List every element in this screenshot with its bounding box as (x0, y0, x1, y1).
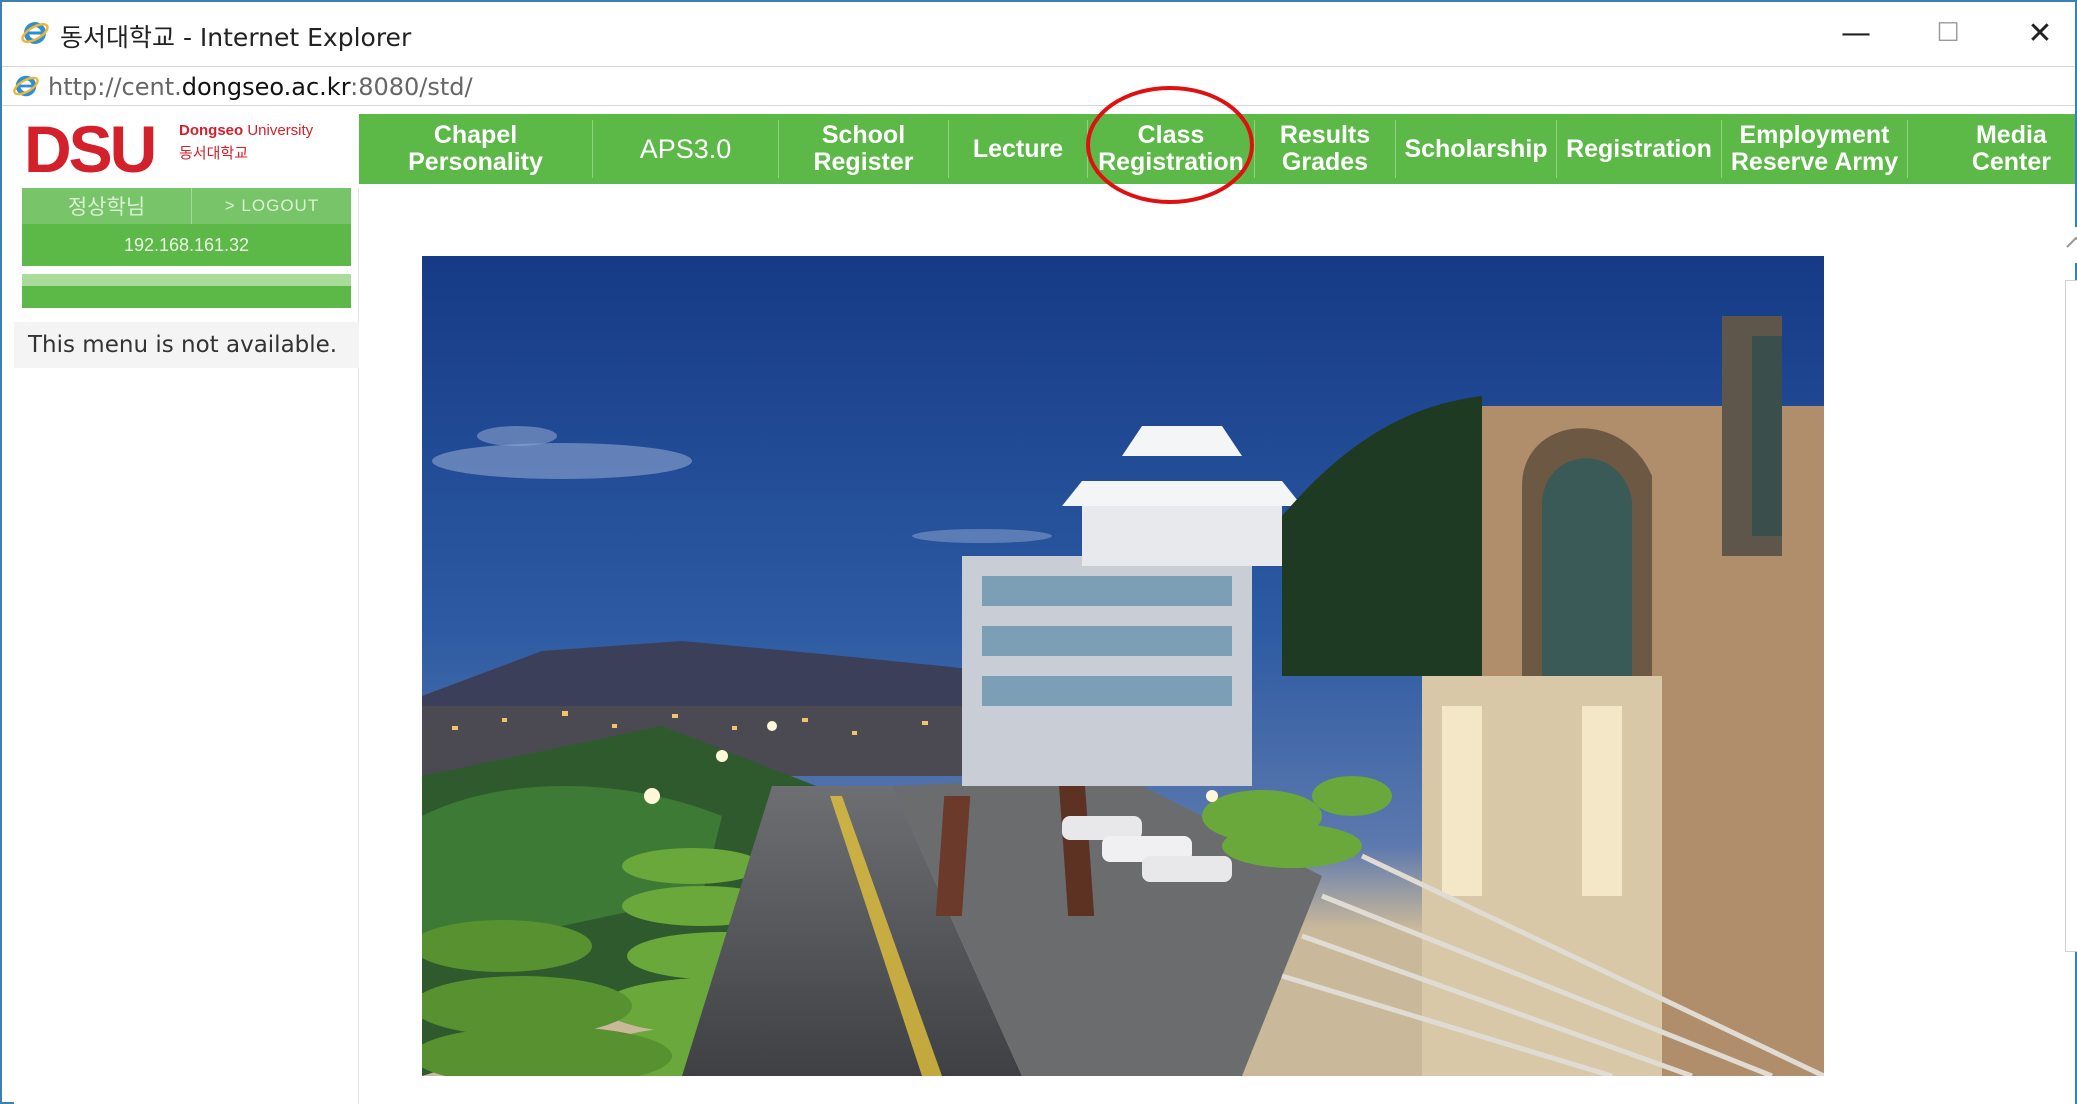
internet-explorer-icon (13, 75, 39, 97)
nav-media-center[interactable]: Media Center (1908, 114, 2075, 184)
address-bar[interactable]: http://cent.dongseo.ac.kr:8080/std/ (2, 66, 2075, 106)
menu-notice-text: This menu is not available. (28, 332, 338, 358)
nav-chapel-personality[interactable]: Chapel Personality (359, 114, 592, 184)
nav-results-grades[interactable]: Results Grades (1255, 114, 1395, 184)
close-button[interactable]: ✕ (2010, 10, 2070, 56)
nav-aps[interactable]: APS3.0 (593, 114, 778, 184)
logo-korean-name: 동서대학교 (179, 144, 249, 162)
chevron-up-icon (2066, 236, 2077, 248)
window-title: 동서대학교 - Internet Explorer (60, 23, 412, 52)
campus-photo (422, 256, 1824, 1076)
left-sidebar: 정상학님 > LOGOUT 192.168.161.32 This menu i… (14, 188, 359, 1104)
sidebar-divider (22, 274, 351, 286)
user-bar: 정상학님 > LOGOUT (22, 188, 351, 224)
internet-explorer-icon (21, 22, 49, 44)
dsu-logo[interactable]: DSU Dongseo University 동서대학교 (14, 110, 359, 188)
user-name: 정상학님 (22, 188, 192, 224)
nav-school-register[interactable]: School Register (779, 114, 948, 184)
menu-notice: This menu is not available. (14, 322, 359, 368)
title-bar: 동서대학교 - Internet Explorer — ☐ ✕ (2, 2, 2075, 64)
minimize-button[interactable]: — (1826, 10, 1886, 56)
annotation-circle (1086, 86, 1254, 204)
nav-scholarship[interactable]: Scholarship (1396, 114, 1556, 184)
ip-address: 192.168.161.32 (22, 224, 351, 266)
scrollbar-track[interactable] (2065, 280, 2077, 952)
url-domain: dongseo.ac.kr (181, 73, 351, 101)
page-content: DSU Dongseo University 동서대학교 Chapel Pers… (14, 110, 2077, 1104)
scroll-up-button[interactable] (2063, 227, 2077, 263)
sidebar-menu-bar (22, 286, 351, 308)
logo-university-name: Dongseo University (179, 122, 314, 139)
browser-window: 동서대학교 - Internet Explorer — ☐ ✕ http://c… (0, 0, 2077, 1104)
maximize-button[interactable]: ☐ (1918, 10, 1978, 56)
nav-registration[interactable]: Registration (1557, 114, 1721, 184)
logout-button[interactable]: > LOGOUT (193, 188, 351, 224)
url-text[interactable]: http://cent.dongseo.ac.kr:8080/std/ (48, 73, 473, 101)
nav-lecture[interactable]: Lecture (949, 114, 1087, 184)
logo-mark: DSU (24, 112, 157, 186)
nav-employment-reserve-army[interactable]: Employment Reserve Army (1722, 114, 1907, 184)
